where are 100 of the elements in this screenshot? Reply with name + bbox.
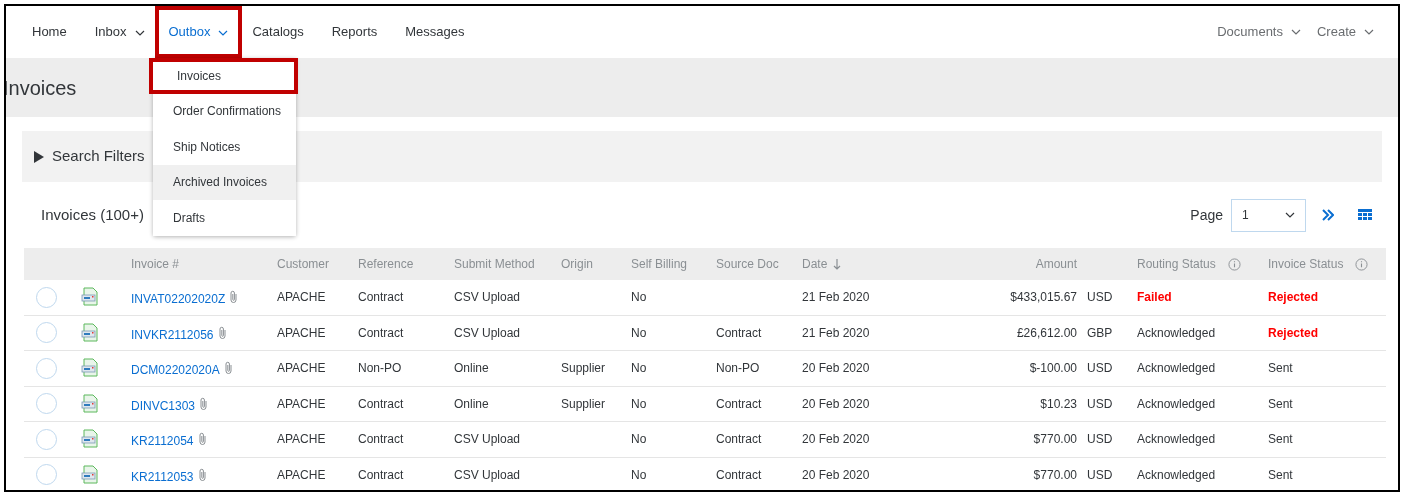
amount-cell-text: $770.00 [1033, 431, 1077, 449]
nav-tab[interactable]: Messages [391, 6, 479, 58]
column-header[interactable]: Invoice # [131, 255, 180, 273]
invoice-status-cell-text: Sent [1268, 360, 1293, 378]
table-cell-text: CSV Upload [454, 466, 521, 484]
info-icon[interactable] [1227, 257, 1241, 271]
paperclip-icon[interactable] [223, 361, 234, 376]
table-cell-text: Online [454, 395, 489, 413]
table-cell-text: 21 Feb 2020 [802, 289, 870, 307]
page-select[interactable]: 1 [1231, 198, 1306, 232]
routing-status-cell-text: Acknowledged [1137, 466, 1216, 484]
column-header[interactable]: Reference [358, 255, 414, 273]
row-radio[interactable] [36, 464, 57, 486]
paperclip-icon[interactable] [229, 290, 240, 305]
dropdown-item[interactable]: Order Confirmations [153, 93, 296, 129]
currency-cell-text: USD [1087, 395, 1113, 413]
invoice-status-cell-text: Rejected [1268, 289, 1319, 307]
table-cell-text: CSV Upload [454, 431, 521, 449]
amount-cell-text: $433,015.67 [1010, 289, 1077, 307]
table-cell-text: Contract [716, 324, 762, 342]
table-cell-text: Contract [358, 395, 404, 413]
paperclip-icon[interactable] [197, 467, 208, 482]
invoice-status-cell-text: Rejected [1268, 324, 1319, 342]
column-header[interactable]: Invoice Status [1268, 255, 1344, 273]
table-cell-text: Contract [358, 324, 404, 342]
row-radio[interactable] [36, 357, 57, 379]
currency-cell-text: USD [1087, 289, 1113, 307]
column-header[interactable]: Self Billing [631, 255, 688, 273]
invoice-document-icon [81, 429, 101, 450]
table-cell-text: No [631, 324, 647, 342]
invoice-link[interactable]: INVAT02202020Z [131, 290, 226, 309]
row-radio[interactable] [36, 393, 57, 415]
chevron-down-icon [134, 30, 145, 36]
paperclip-icon[interactable] [197, 432, 208, 447]
table-cell-text: 20 Feb 2020 [802, 431, 870, 449]
currency-cell-text: USD [1087, 466, 1113, 484]
column-header[interactable]: Source Doc [716, 255, 779, 273]
routing-status-cell-text: Acknowledged [1137, 360, 1216, 378]
invoice-link[interactable]: DCM02202020A [131, 361, 220, 380]
row-radio[interactable] [36, 286, 57, 308]
column-header[interactable]: Origin [561, 255, 593, 273]
dropdown-item[interactable]: Drafts [153, 200, 296, 236]
routing-status-cell-text: Failed [1137, 289, 1172, 307]
table-cell-text: Contract [358, 466, 404, 484]
paperclip-icon[interactable] [217, 325, 228, 340]
table-cell-text: Contract [358, 431, 404, 449]
invoice-link[interactable]: INVKR2112056 [131, 325, 214, 344]
routing-status-cell-text: Acknowledged [1137, 324, 1216, 342]
column-header[interactable]: Amount [1035, 255, 1077, 273]
invoice-link[interactable]: KR2112053 [131, 467, 194, 486]
invoice-document-icon [81, 393, 101, 414]
table-cell-text: Contract [716, 395, 762, 413]
table-settings-icon[interactable] [1358, 209, 1372, 221]
nav-tab[interactable]: Reports [317, 6, 392, 58]
invoice-link[interactable]: KR2112054 [131, 432, 194, 451]
amount-cell-text: £26,612.00 [1016, 324, 1077, 342]
invoice-document-icon [81, 358, 101, 379]
table-cell-text: Online [454, 360, 489, 378]
nav-tab[interactable]: Home [18, 6, 81, 58]
column-header[interactable]: Routing Status [1137, 255, 1216, 273]
column-header[interactable]: Date [802, 255, 828, 273]
currency-cell-text: USD [1087, 360, 1113, 378]
column-header[interactable]: Submit Method [454, 255, 535, 273]
table-cell-text: APACHE [277, 324, 326, 342]
table-cell-text: No [631, 395, 647, 413]
dropdown-item[interactable]: Ship Notices [153, 129, 296, 165]
paperclip-icon[interactable] [199, 396, 210, 411]
invoice-document-icon [81, 322, 101, 343]
nav-tab[interactable]: Outbox [154, 6, 243, 58]
nav-menu-button[interactable]: Documents [1217, 22, 1301, 42]
table-cell-text: Contract [716, 466, 762, 484]
dropdown-item[interactable]: Archived Invoices [153, 164, 296, 200]
row-radio[interactable] [36, 428, 57, 450]
expand-triangle-icon [34, 150, 44, 163]
invoice-document-icon [81, 464, 101, 485]
table-cell-text: APACHE [277, 466, 326, 484]
invoice-link[interactable]: DINVC1303 [131, 396, 196, 415]
invoice-status-cell-text: Sent [1268, 395, 1293, 413]
table-cell-text: Non-PO [358, 360, 402, 378]
dropdown-item[interactable]: Invoices [149, 58, 298, 94]
table-cell-text: APACHE [277, 431, 326, 449]
table-cell-text: APACHE [277, 289, 326, 307]
table-cell-text: 20 Feb 2020 [802, 466, 870, 484]
currency-cell-text: USD [1087, 431, 1113, 449]
amount-cell-text: $-100.00 [1029, 360, 1077, 378]
table-cell-text: No [631, 466, 647, 484]
invoice-status-cell-text: Sent [1268, 466, 1293, 484]
table-cell-text: APACHE [277, 360, 326, 378]
page-label: Page [1190, 205, 1223, 225]
double-chevron-right-icon[interactable] [1322, 209, 1334, 221]
table-cell-text: Supplier [561, 395, 606, 413]
nav-menu-button[interactable]: Create [1316, 22, 1374, 42]
chevron-down-icon [1290, 29, 1301, 35]
amount-cell-text: $10.23 [1040, 395, 1077, 413]
info-icon[interactable] [1355, 257, 1369, 271]
table-cell-text: Supplier [561, 360, 606, 378]
column-header[interactable]: Customer [277, 255, 329, 273]
sort-arrow-down-icon[interactable] [833, 258, 842, 270]
row-radio[interactable] [36, 322, 57, 344]
table-cell-text: No [631, 289, 647, 307]
